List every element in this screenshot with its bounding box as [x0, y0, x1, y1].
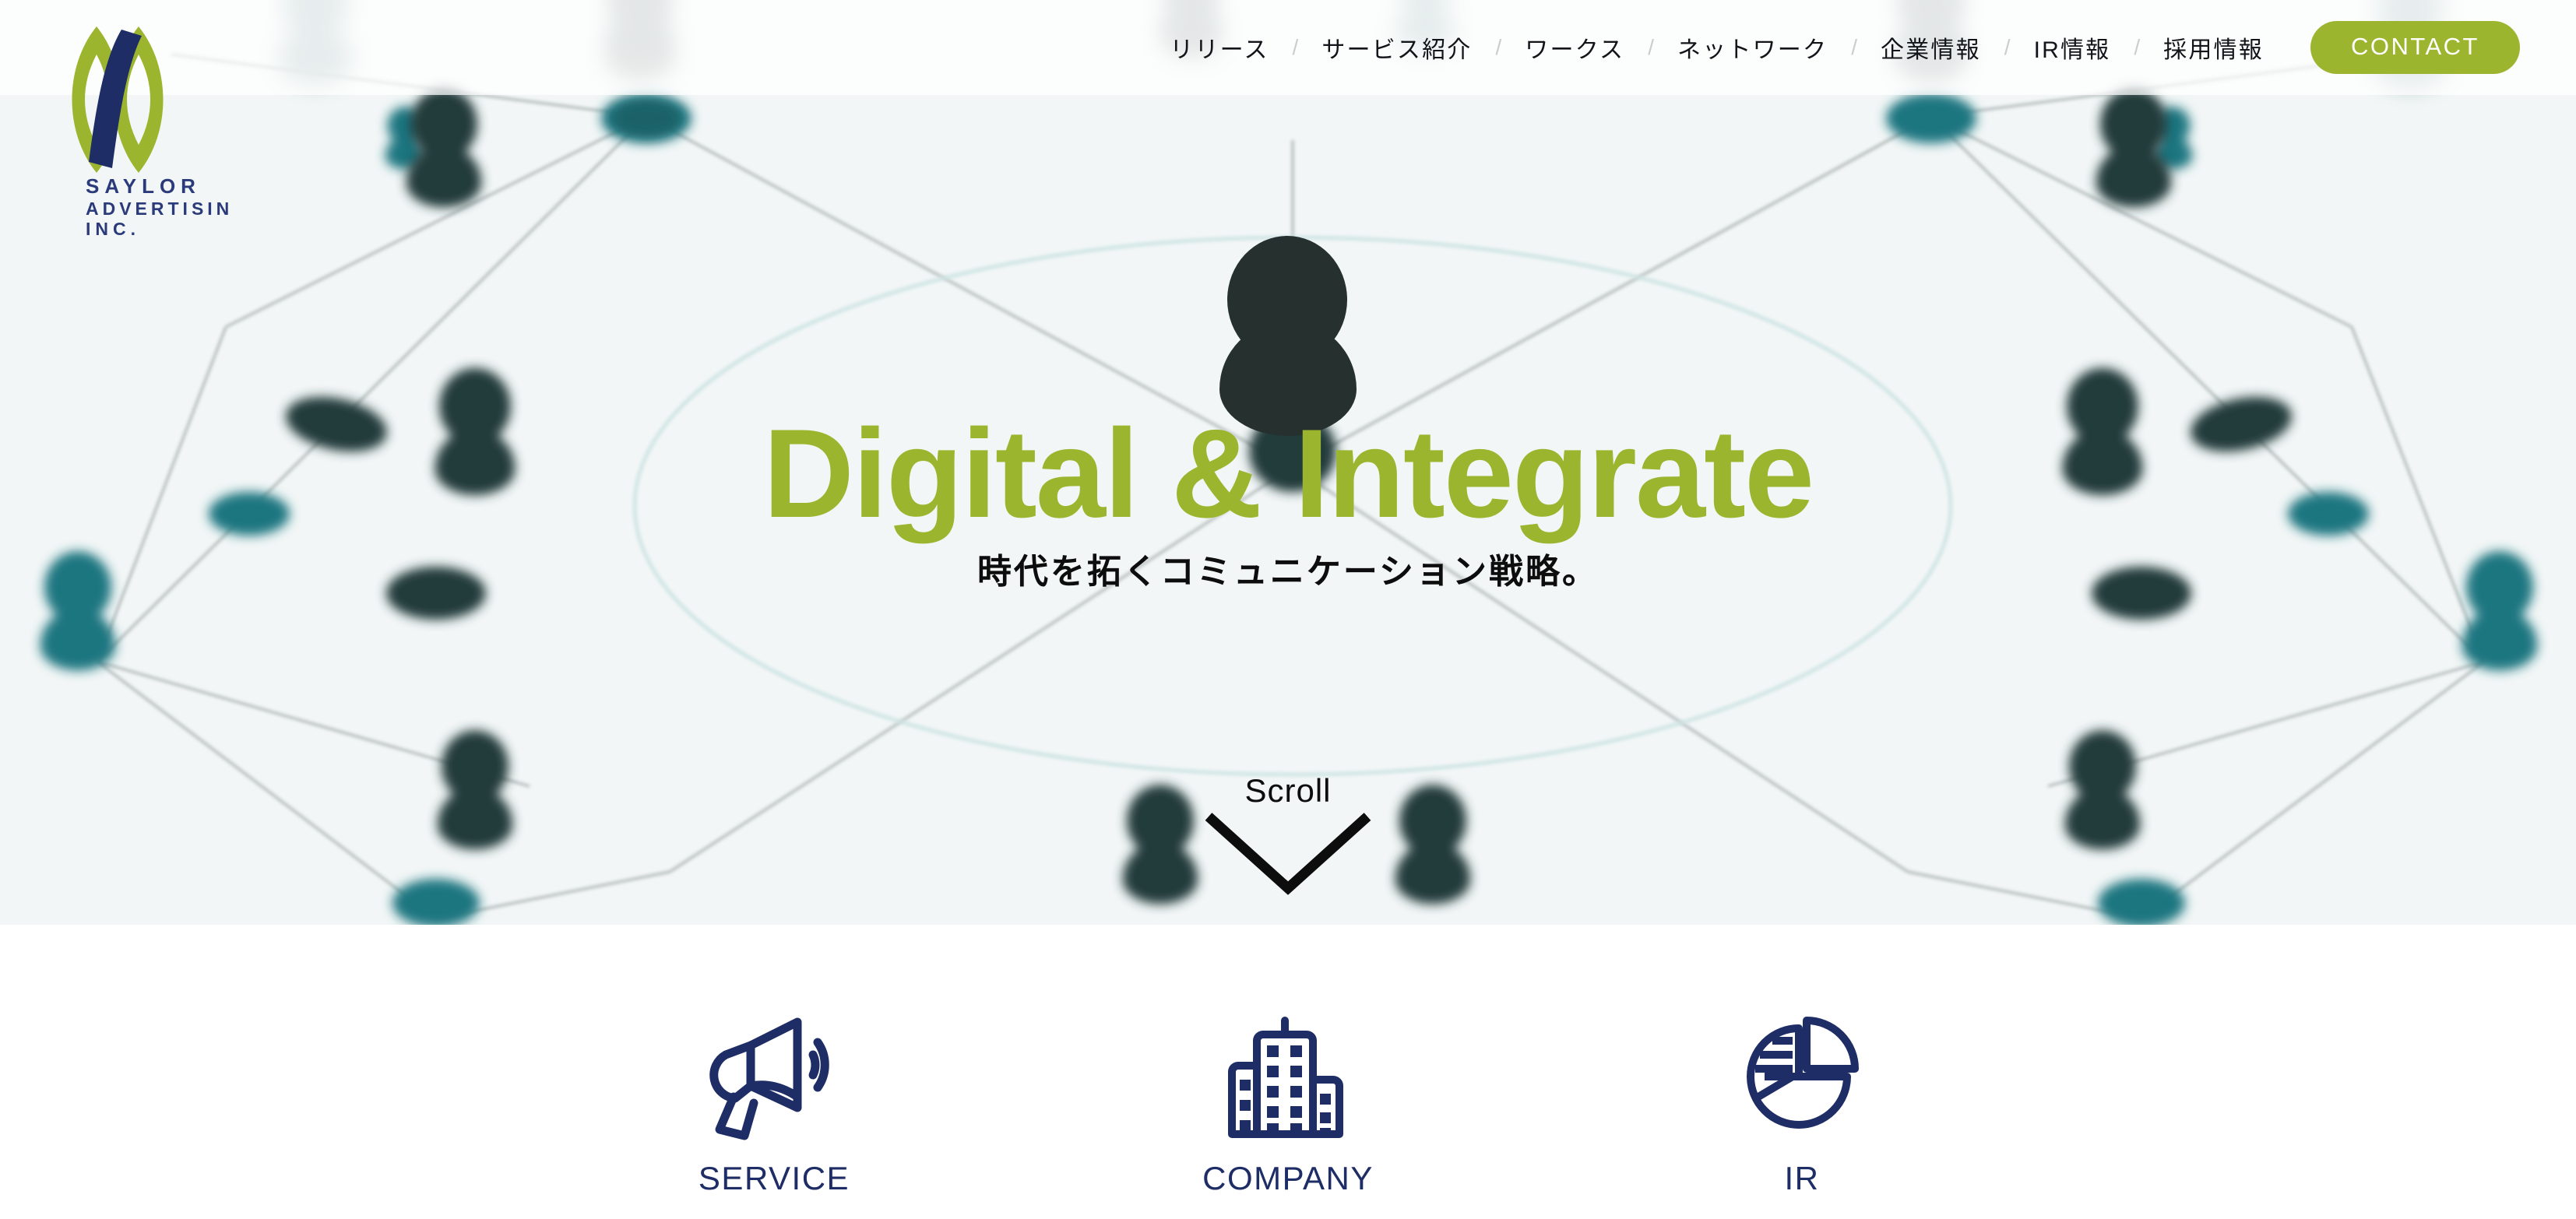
nav-item-release[interactable]: リリース [1165, 30, 1273, 65]
site-logo[interactable]: SAYLOR ADVERTISING, INC. [45, 6, 232, 240]
nav-item-service[interactable]: サービス紹介 [1317, 30, 1476, 65]
contact-button[interactable]: CONTACT [2310, 21, 2520, 74]
nav-separator: / [2134, 35, 2141, 59]
nav-list: リリース / サービス紹介 / ワークス / ネットワーク / 企業情報 / I… [1165, 30, 2268, 65]
scroll-indicator[interactable]: Scroll [1202, 775, 1374, 896]
feature-link-service[interactable]: SERVICE [517, 1010, 1031, 1197]
logo-text-line2: ADVERTISING, [86, 198, 232, 219]
nav-item-ir[interactable]: IR情報 [2029, 30, 2116, 65]
feature-link-ir[interactable]: IR [1545, 1010, 2059, 1197]
megaphone-icon [517, 1010, 1031, 1143]
nav-separator: / [2004, 35, 2011, 59]
chevron-down-icon [1205, 813, 1371, 895]
pie-chart-icon [1545, 1010, 2059, 1143]
feature-label-company: COMPANY [1202, 1160, 1374, 1196]
nav-item-network[interactable]: ネットワーク [1673, 30, 1832, 65]
logo-text-line1: SAYLOR [86, 174, 201, 198]
nav-item-recruit[interactable]: 採用情報 [2159, 30, 2268, 65]
hero-avatar [1219, 236, 1357, 436]
nav-item-company[interactable]: 企業情報 [1876, 30, 1986, 65]
nav-separator: / [1495, 35, 1502, 59]
logo-text-line3: INC. [86, 219, 140, 239]
nav-separator: / [1292, 35, 1299, 59]
nav-separator: / [1648, 35, 1654, 59]
saylor-logo-icon: SAYLOR ADVERTISING, INC. [72, 26, 232, 239]
hero-section: Digital & Integrate 時代を拓くコミュニケーション戦略。 Sc… [0, 0, 2576, 925]
nav-item-works[interactable]: ワークス [1520, 30, 1629, 65]
feature-links-section: SERVICE COMPANY IR [0, 925, 2576, 1219]
nav-separator: / [1851, 35, 1857, 59]
buildings-icon [1031, 1010, 1545, 1143]
feature-link-company[interactable]: COMPANY [1031, 1010, 1545, 1197]
scroll-label: Scroll [1244, 772, 1332, 809]
feature-label-ir: IR [1784, 1160, 1820, 1196]
feature-label-service: SERVICE [698, 1160, 850, 1196]
main-navigation: リリース / サービス紹介 / ワークス / ネットワーク / 企業情報 / I… [0, 0, 2576, 95]
